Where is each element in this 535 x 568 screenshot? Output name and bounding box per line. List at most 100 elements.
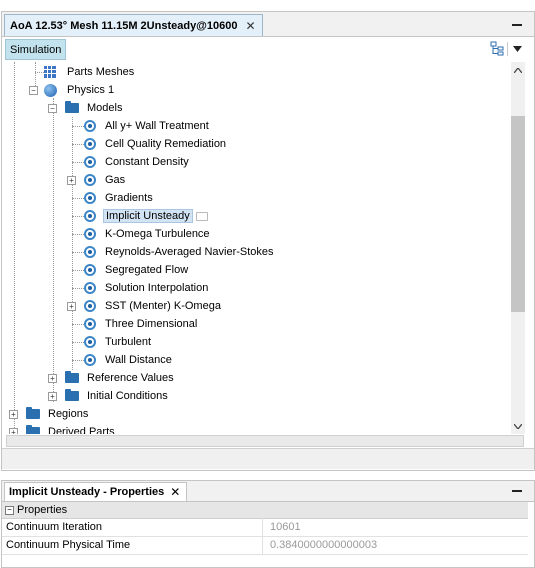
tree-guide — [72, 198, 84, 199]
tree-item-label: Gas — [105, 174, 126, 186]
tree-item-parts-meshes[interactable]: Parts Meshes — [44, 63, 136, 81]
tree-item-label: K-Omega Turbulence — [105, 228, 210, 240]
tree-item-regions[interactable]: Regions — [26, 405, 90, 423]
expand-toggle[interactable]: + — [48, 392, 57, 401]
toolbar-separator — [507, 42, 508, 56]
tree-item-model[interactable]: All y+ Wall Treatment — [84, 117, 211, 135]
close-icon[interactable]: ✕ — [170, 485, 180, 499]
tab-simulation[interactable]: Simulation — [5, 39, 67, 60]
tree-item-model[interactable]: Three Dimensional — [84, 315, 199, 333]
properties-title: Implicit Unsteady - Properties — [9, 486, 165, 498]
model-icon — [84, 354, 96, 366]
expand-toggle[interactable]: + — [9, 410, 18, 419]
property-name: Continuum Physical Time — [2, 536, 263, 554]
tree-item-model[interactable]: SST (Menter) K-Omega — [84, 297, 223, 315]
tree-item-derived-parts[interactable]: Derived Parts — [26, 423, 117, 434]
tree-item-label: Segregated Flow — [105, 264, 189, 276]
tree-item-model[interactable]: K-Omega Turbulence — [84, 225, 212, 243]
model-icon — [84, 336, 96, 348]
tree-item-model-selected[interactable]: Implicit Unsteady — [84, 207, 208, 225]
model-icon — [84, 138, 96, 150]
expand-toggle[interactable]: + — [48, 374, 57, 383]
tree-item-model[interactable]: Segregated Flow — [84, 261, 190, 279]
model-icon — [84, 156, 96, 168]
tree-item-label: Solution Interpolation — [105, 282, 209, 294]
close-icon[interactable]: ✕ — [246, 19, 256, 33]
properties-section-label: Properties — [17, 504, 68, 516]
tree-item-initial-conditions[interactable]: Initial Conditions — [65, 387, 170, 405]
tree-item-model[interactable]: Cell Quality Remediation — [84, 135, 228, 153]
tab-simulation-file[interactable]: AoA 12.53° Mesh 11.15M 2Unsteady@10600 ✕ — [4, 14, 263, 36]
tree-guide — [72, 288, 84, 289]
tree-item-model[interactable]: Turbulent — [84, 333, 153, 351]
tree-item-model[interactable]: Gradients — [84, 189, 155, 207]
model-icon — [84, 192, 96, 204]
tree-guide — [72, 144, 84, 145]
tree-item-model[interactable]: Constant Density — [84, 153, 191, 171]
collapse-toggle[interactable]: − — [48, 104, 57, 113]
tab-title: AoA 12.53° Mesh 11.15M 2Unsteady@10600 — [10, 19, 238, 32]
hierarchy-icon[interactable] — [490, 41, 504, 56]
tree-item-model[interactable]: Wall Distance — [84, 351, 174, 369]
folder-icon — [26, 407, 40, 419]
tab-simulation-label: Simulation — [10, 43, 62, 56]
tree-item-model[interactable]: Reynolds-Averaged Navier-Stokes — [84, 243, 276, 261]
expand-toggle[interactable]: + — [67, 302, 76, 311]
scrollbar-thumb[interactable] — [511, 116, 525, 312]
tree-guide — [72, 270, 84, 271]
tree-item-label: Reference Values — [87, 372, 174, 384]
tree-item-model[interactable]: Solution Interpolation — [84, 279, 210, 297]
tree-item-label: Wall Distance — [105, 354, 172, 366]
tree-item-label: Physics 1 — [67, 84, 115, 96]
properties-tab-bar: Implicit Unsteady - Properties ✕ — [2, 481, 534, 502]
tree-guide — [35, 72, 44, 73]
tree-item-model[interactable]: Gas — [84, 171, 127, 189]
property-value[interactable]: 0.3840000000000003 — [263, 539, 377, 551]
tree-guide — [72, 342, 84, 343]
tab-properties[interactable]: Implicit Unsteady - Properties ✕ — [4, 482, 188, 501]
tree-item-label: Cell Quality Remediation — [105, 138, 227, 150]
simulation-tab-bar: AoA 12.53° Mesh 11.15M 2Unsteady@10600 ✕ — [2, 12, 534, 37]
properties-panel: Implicit Unsteady - Properties ✕ − Prope… — [1, 480, 535, 568]
chevron-down-icon[interactable] — [513, 46, 522, 52]
horizontal-scrollbar[interactable] — [6, 435, 524, 447]
property-row[interactable]: Continuum Iteration 10601 — [2, 518, 528, 537]
simulation-tree: Parts Meshes − Physics 1 − Models All y+… — [2, 62, 509, 434]
tree-item-label: Regions — [48, 408, 89, 420]
minimize-icon[interactable] — [512, 490, 522, 492]
tree-item-label: SST (Menter) K-Omega — [105, 300, 221, 312]
folder-icon — [65, 101, 79, 113]
tree-guide — [72, 216, 84, 217]
expand-toggle[interactable]: + — [67, 176, 76, 185]
model-icon — [84, 210, 96, 222]
status-strip — [2, 448, 534, 469]
minimize-icon[interactable] — [512, 24, 522, 26]
tree-guide — [53, 98, 54, 402]
tree-guide — [72, 234, 84, 235]
properties-section-header[interactable]: − Properties — [2, 502, 528, 519]
tree-guide — [72, 360, 84, 361]
tree-guide — [72, 117, 73, 370]
tree-item-models[interactable]: Models — [65, 99, 124, 117]
collapse-toggle[interactable]: − — [29, 86, 38, 95]
simulation-panel: AoA 12.53° Mesh 11.15M 2Unsteady@10600 ✕… — [1, 11, 535, 471]
scroll-down-icon[interactable] — [514, 424, 522, 429]
model-icon — [84, 174, 96, 186]
expand-toggle[interactable]: + — [9, 428, 18, 434]
tree-item-label: Constant Density — [105, 156, 189, 168]
tree-item-label: Turbulent — [105, 336, 152, 348]
property-row[interactable]: Continuum Physical Time 0.38400000000000… — [2, 536, 528, 555]
tree-guide — [72, 162, 84, 163]
folder-icon — [65, 389, 79, 401]
scroll-up-icon[interactable] — [514, 68, 522, 73]
model-icon — [84, 120, 96, 132]
vertical-scrollbar[interactable] — [511, 62, 525, 434]
property-value[interactable]: 10601 — [263, 521, 301, 533]
tree-item-label: Derived Parts — [48, 426, 115, 434]
comment-icon[interactable] — [195, 211, 208, 221]
tree-item-label: Gradients — [105, 192, 153, 204]
tree-item-physics[interactable]: Physics 1 — [44, 81, 116, 99]
tree-item-reference-values[interactable]: Reference Values — [65, 369, 176, 387]
collapse-icon[interactable]: − — [5, 505, 14, 515]
model-icon — [84, 318, 96, 330]
